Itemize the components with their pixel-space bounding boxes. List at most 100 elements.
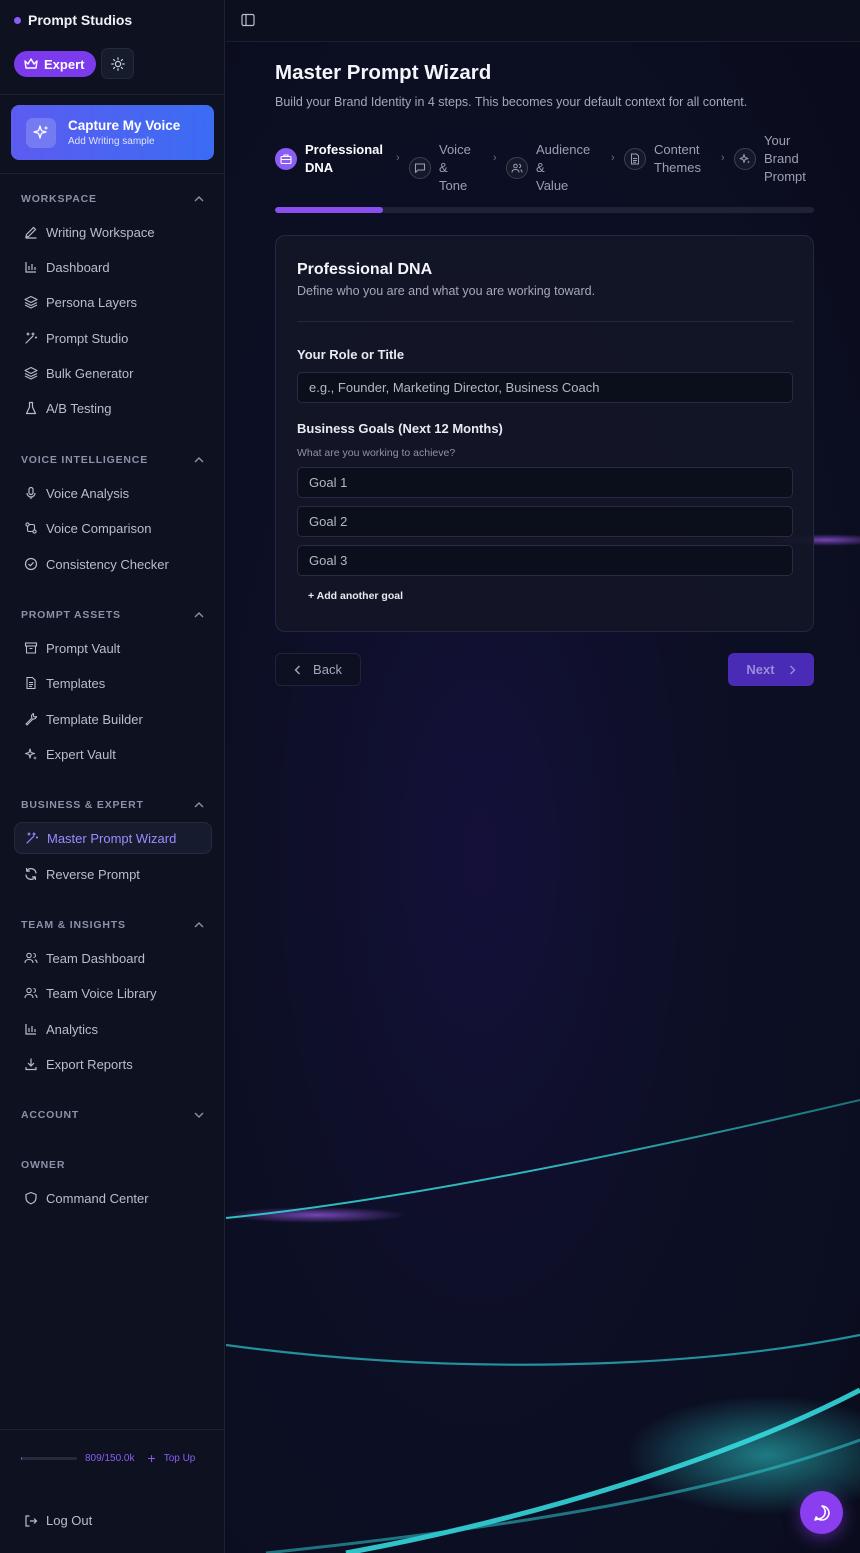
sparkles-icon — [24, 748, 37, 760]
flask-icon — [25, 401, 37, 415]
sidebar-item-reverse-prompt[interactable]: Reverse Prompt — [14, 858, 212, 890]
log-out-icon — [25, 1514, 38, 1527]
sidebar-item-prompt-studio[interactable]: Prompt Studio — [14, 322, 212, 354]
chevron-right-icon — [789, 665, 796, 674]
section-header-account[interactable]: ACCOUNT — [21, 1109, 204, 1121]
section-label: BUSINESS & EXPERT — [21, 799, 144, 811]
sidebar-item-template-builder[interactable]: Template Builder — [14, 703, 212, 735]
sidebar-item-prompt-vault[interactable]: Prompt Vault — [14, 632, 212, 664]
step-brand-prompt[interactable]: Your Brand Prompt — [734, 132, 806, 186]
layers-icon — [24, 295, 38, 309]
sparkles-icon — [734, 148, 756, 170]
sidebar-item-label: Expert Vault — [46, 746, 116, 762]
section-header-business-expert[interactable]: BUSINESS & EXPERT — [21, 799, 204, 811]
logout-button[interactable]: Log Out — [24, 1513, 92, 1528]
goal-1-input[interactable] — [297, 467, 793, 498]
message-square-icon — [409, 157, 431, 179]
chevron-up-icon — [194, 457, 204, 463]
sidebar-item-label: Team Dashboard — [46, 950, 145, 966]
section-label: VOICE INTELLIGENCE — [21, 454, 148, 466]
sidebar-toggle-icon[interactable] — [241, 13, 255, 27]
step-label-line: DNA — [305, 160, 334, 175]
chevron-right-icon: › — [721, 152, 725, 164]
step-label-line: Audience & — [536, 142, 591, 175]
section-header-prompt-assets[interactable]: PROMPT ASSETS — [21, 609, 204, 621]
capture-voice-button[interactable]: Capture My Voice Add Writing sample — [11, 105, 214, 160]
microphone-icon — [26, 486, 36, 499]
step-label-line: Brand — [764, 151, 799, 166]
file-text-icon — [26, 676, 36, 690]
section-header-owner: OWNER — [21, 1159, 204, 1171]
chevron-right-icon: › — [396, 152, 400, 164]
sidebar-item-ab-testing[interactable]: A/B Testing — [14, 392, 212, 424]
credits-meter: 809/150.0k + Top Up — [21, 1450, 195, 1466]
sidebar-item-export-reports[interactable]: Export Reports — [14, 1048, 212, 1080]
credits-text: 809/150.0k — [85, 1452, 135, 1464]
shield-icon — [25, 1191, 37, 1205]
sidebar-divider — [0, 94, 225, 95]
top-up-link[interactable]: Top Up — [164, 1453, 196, 1464]
sidebar-item-bulk-generator[interactable]: Bulk Generator — [14, 357, 212, 389]
sidebar-item-expert-vault[interactable]: Expert Vault — [14, 738, 212, 770]
wizard-progress-bar — [275, 207, 814, 213]
plus-icon: + — [147, 1450, 156, 1466]
sidebar-item-label: Voice Analysis — [46, 485, 130, 501]
goal-2-input[interactable] — [297, 506, 793, 537]
sidebar-item-dashboard[interactable]: Dashboard — [14, 251, 212, 283]
sidebar-item-templates[interactable]: Templates — [14, 667, 212, 699]
credits-bar — [21, 1456, 77, 1460]
step-label-line: Voice & — [439, 142, 471, 175]
step-voice-tone[interactable]: Voice & Tone — [409, 141, 471, 195]
chevron-left-icon — [294, 665, 301, 674]
brand[interactable]: Prompt Studios — [14, 12, 132, 28]
sidebar-item-analytics[interactable]: Analytics — [14, 1013, 212, 1045]
sidebar-item-persona-layers[interactable]: Persona Layers — [14, 286, 212, 318]
sidebar-divider — [0, 173, 225, 174]
back-button[interactable]: Back — [275, 653, 361, 686]
sidebar-item-command-center[interactable]: Command Center — [14, 1182, 212, 1214]
sidebar-item-consistency-checker[interactable]: Consistency Checker — [14, 548, 212, 580]
step-professional-dna[interactable]: Professional DNA — [275, 141, 383, 177]
sidebar-item-label: Writing Workspace — [46, 224, 155, 240]
archive-icon — [24, 642, 38, 654]
professional-dna-card: Professional DNA Define who you are and … — [275, 235, 814, 632]
step-content-themes[interactable]: Content Themes — [624, 141, 701, 177]
section-header-workspace[interactable]: WORKSPACE — [21, 193, 204, 205]
chevron-up-icon — [194, 196, 204, 202]
sidebar-item-label: Master Prompt Wizard — [47, 830, 177, 846]
expert-label: Expert — [44, 56, 85, 72]
wizard-progress-fill — [275, 207, 383, 213]
role-input[interactable] — [297, 372, 793, 403]
sidebar-item-team-voice-library[interactable]: Team Voice Library — [14, 977, 212, 1009]
sidebar-item-writing-workspace[interactable]: Writing Workspace — [14, 216, 212, 248]
sidebar-item-voice-analysis[interactable]: Voice Analysis — [14, 477, 212, 509]
goals-hint: What are you working to achieve? — [297, 447, 456, 459]
check-circle-icon — [24, 557, 38, 571]
section-header-team-insights[interactable]: TEAM & INSIGHTS — [21, 919, 204, 931]
sidebar-item-label: Voice Comparison — [46, 520, 152, 536]
add-goal-button[interactable]: + Add another goal — [308, 590, 403, 602]
step-label-line: Your — [764, 133, 791, 148]
sidebar-item-master-prompt-wizard[interactable]: Master Prompt Wizard — [14, 822, 212, 854]
sidebar-item-label: Dashboard — [46, 259, 110, 275]
section-header-voice-intelligence[interactable]: VOICE INTELLIGENCE — [21, 454, 204, 466]
sidebar-item-label: Consistency Checker — [46, 556, 169, 572]
goal-3-input[interactable] — [297, 545, 793, 576]
section-label: WORKSPACE — [21, 193, 97, 205]
top-bar — [226, 0, 860, 42]
chat-button[interactable] — [800, 1491, 843, 1534]
chevron-up-icon — [194, 802, 204, 808]
next-button[interactable]: Next — [728, 653, 814, 686]
users-icon — [24, 952, 38, 964]
sidebar-item-voice-comparison[interactable]: Voice Comparison — [14, 512, 212, 544]
back-label: Back — [313, 662, 342, 677]
sidebar-item-label: Templates — [46, 675, 106, 691]
step-audience-value[interactable]: Audience & Value — [506, 141, 590, 195]
chevron-down-icon — [194, 1112, 204, 1118]
page-title: Master Prompt Wizard — [275, 61, 492, 84]
expert-badge-button[interactable]: Expert — [14, 51, 97, 77]
briefcase-icon — [275, 148, 297, 170]
theme-toggle-button[interactable] — [101, 48, 134, 79]
sidebar-item-team-dashboard[interactable]: Team Dashboard — [14, 942, 212, 974]
step-label-line: Tone — [439, 178, 468, 193]
